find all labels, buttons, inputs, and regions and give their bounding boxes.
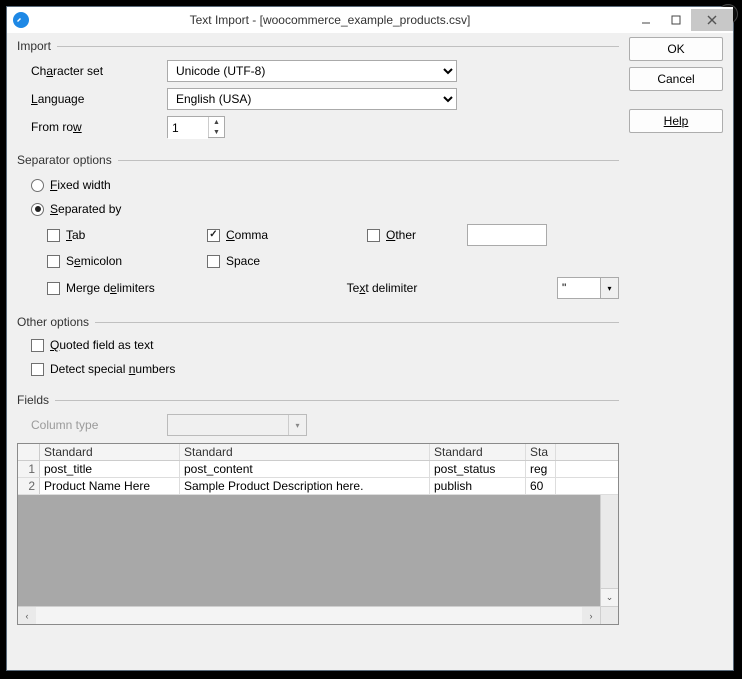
checkbox-icon xyxy=(31,339,44,352)
fields-group: Fields Column type ▾ Standard xyxy=(17,387,619,625)
text-import-dialog: Text Import - [woocommerce_example_produ… xyxy=(6,6,734,671)
space-checkbox[interactable]: Space xyxy=(207,249,367,273)
separator-legend: Separator options xyxy=(17,153,118,167)
column-type-label: Column type xyxy=(17,418,167,432)
chevron-down-icon[interactable]: ▾ xyxy=(601,277,619,299)
ok-button[interactable]: OK xyxy=(629,37,723,61)
checkbox-icon xyxy=(367,229,380,242)
from-row-label: From row xyxy=(17,120,167,134)
fields-legend: Fields xyxy=(17,393,55,407)
from-row-input[interactable] xyxy=(168,117,208,139)
text-delimiter-combo[interactable] xyxy=(557,277,601,299)
radio-icon xyxy=(31,179,44,192)
checkbox-icon xyxy=(47,282,60,295)
checkbox-icon xyxy=(47,229,60,242)
checkbox-icon xyxy=(207,255,220,268)
quoted-field-checkbox[interactable]: Quoted field as text xyxy=(31,333,619,357)
detect-numbers-checkbox[interactable]: Detect special numbers xyxy=(31,357,619,381)
from-row-spinner[interactable]: ▲ ▼ xyxy=(167,116,225,138)
language-select[interactable]: English (USA) xyxy=(167,88,457,110)
separated-by-radio[interactable]: Separated by xyxy=(31,197,619,221)
title-bar: Text Import - [woocommerce_example_produ… xyxy=(7,7,733,33)
vertical-scrollbar[interactable]: ⌄ xyxy=(600,495,618,606)
other-separator-input[interactable] xyxy=(467,224,547,246)
import-legend: Import xyxy=(17,39,57,53)
language-label: Language xyxy=(17,92,167,106)
preview-header-row[interactable]: Standard Standard Standard Sta xyxy=(18,444,618,461)
help-button[interactable]: Help xyxy=(629,109,723,133)
text-delimiter-label: Text delimiter xyxy=(207,281,557,295)
preview-grid[interactable]: Standard Standard Standard Sta 1 post_ti… xyxy=(17,443,619,625)
fixed-width-radio[interactable]: Fixed width xyxy=(31,173,619,197)
separator-group: Separator options Fixed width Separated … xyxy=(17,147,619,303)
column-type-select[interactable]: ▾ xyxy=(167,414,307,436)
scroll-right-icon[interactable]: › xyxy=(582,607,600,624)
scroll-left-icon[interactable]: ‹ xyxy=(18,607,36,624)
other-options-group: Other options Quoted field as text Detec… xyxy=(17,309,619,381)
table-row: 2 Product Name Here Sample Product Descr… xyxy=(18,478,618,495)
app-icon xyxy=(13,12,29,28)
other-checkbox[interactable]: Other xyxy=(367,223,457,247)
maximize-button[interactable] xyxy=(661,9,691,31)
charset-label: Character set xyxy=(17,64,167,78)
spinner-down-icon[interactable]: ▼ xyxy=(209,127,224,137)
other-options-legend: Other options xyxy=(17,315,95,329)
table-row: 1 post_title post_content post_status re… xyxy=(18,461,618,478)
semicolon-checkbox[interactable]: Semicolon xyxy=(47,249,207,273)
charset-select[interactable]: Unicode (UTF-8) xyxy=(167,60,457,82)
scroll-down-icon[interactable]: ⌄ xyxy=(601,588,618,606)
checkbox-icon xyxy=(31,363,44,376)
window-title: Text Import - [woocommerce_example_produ… xyxy=(29,13,631,27)
minimize-button[interactable] xyxy=(631,9,661,31)
comma-checkbox[interactable]: Comma xyxy=(207,223,367,247)
radio-icon xyxy=(31,203,44,216)
close-button[interactable] xyxy=(691,9,733,31)
cancel-button[interactable]: Cancel xyxy=(629,67,723,91)
checkbox-icon xyxy=(207,229,220,242)
spinner-up-icon[interactable]: ▲ xyxy=(209,117,224,127)
chevron-down-icon: ▾ xyxy=(288,415,306,435)
tab-checkbox[interactable]: Tab xyxy=(47,223,207,247)
import-group: Import Character set Unicode (UTF-8) Lan… xyxy=(17,33,619,141)
merge-delimiters-checkbox[interactable]: Merge delimiters xyxy=(47,276,207,300)
checkbox-icon xyxy=(47,255,60,268)
horizontal-scrollbar[interactable]: ‹ › xyxy=(18,606,618,624)
